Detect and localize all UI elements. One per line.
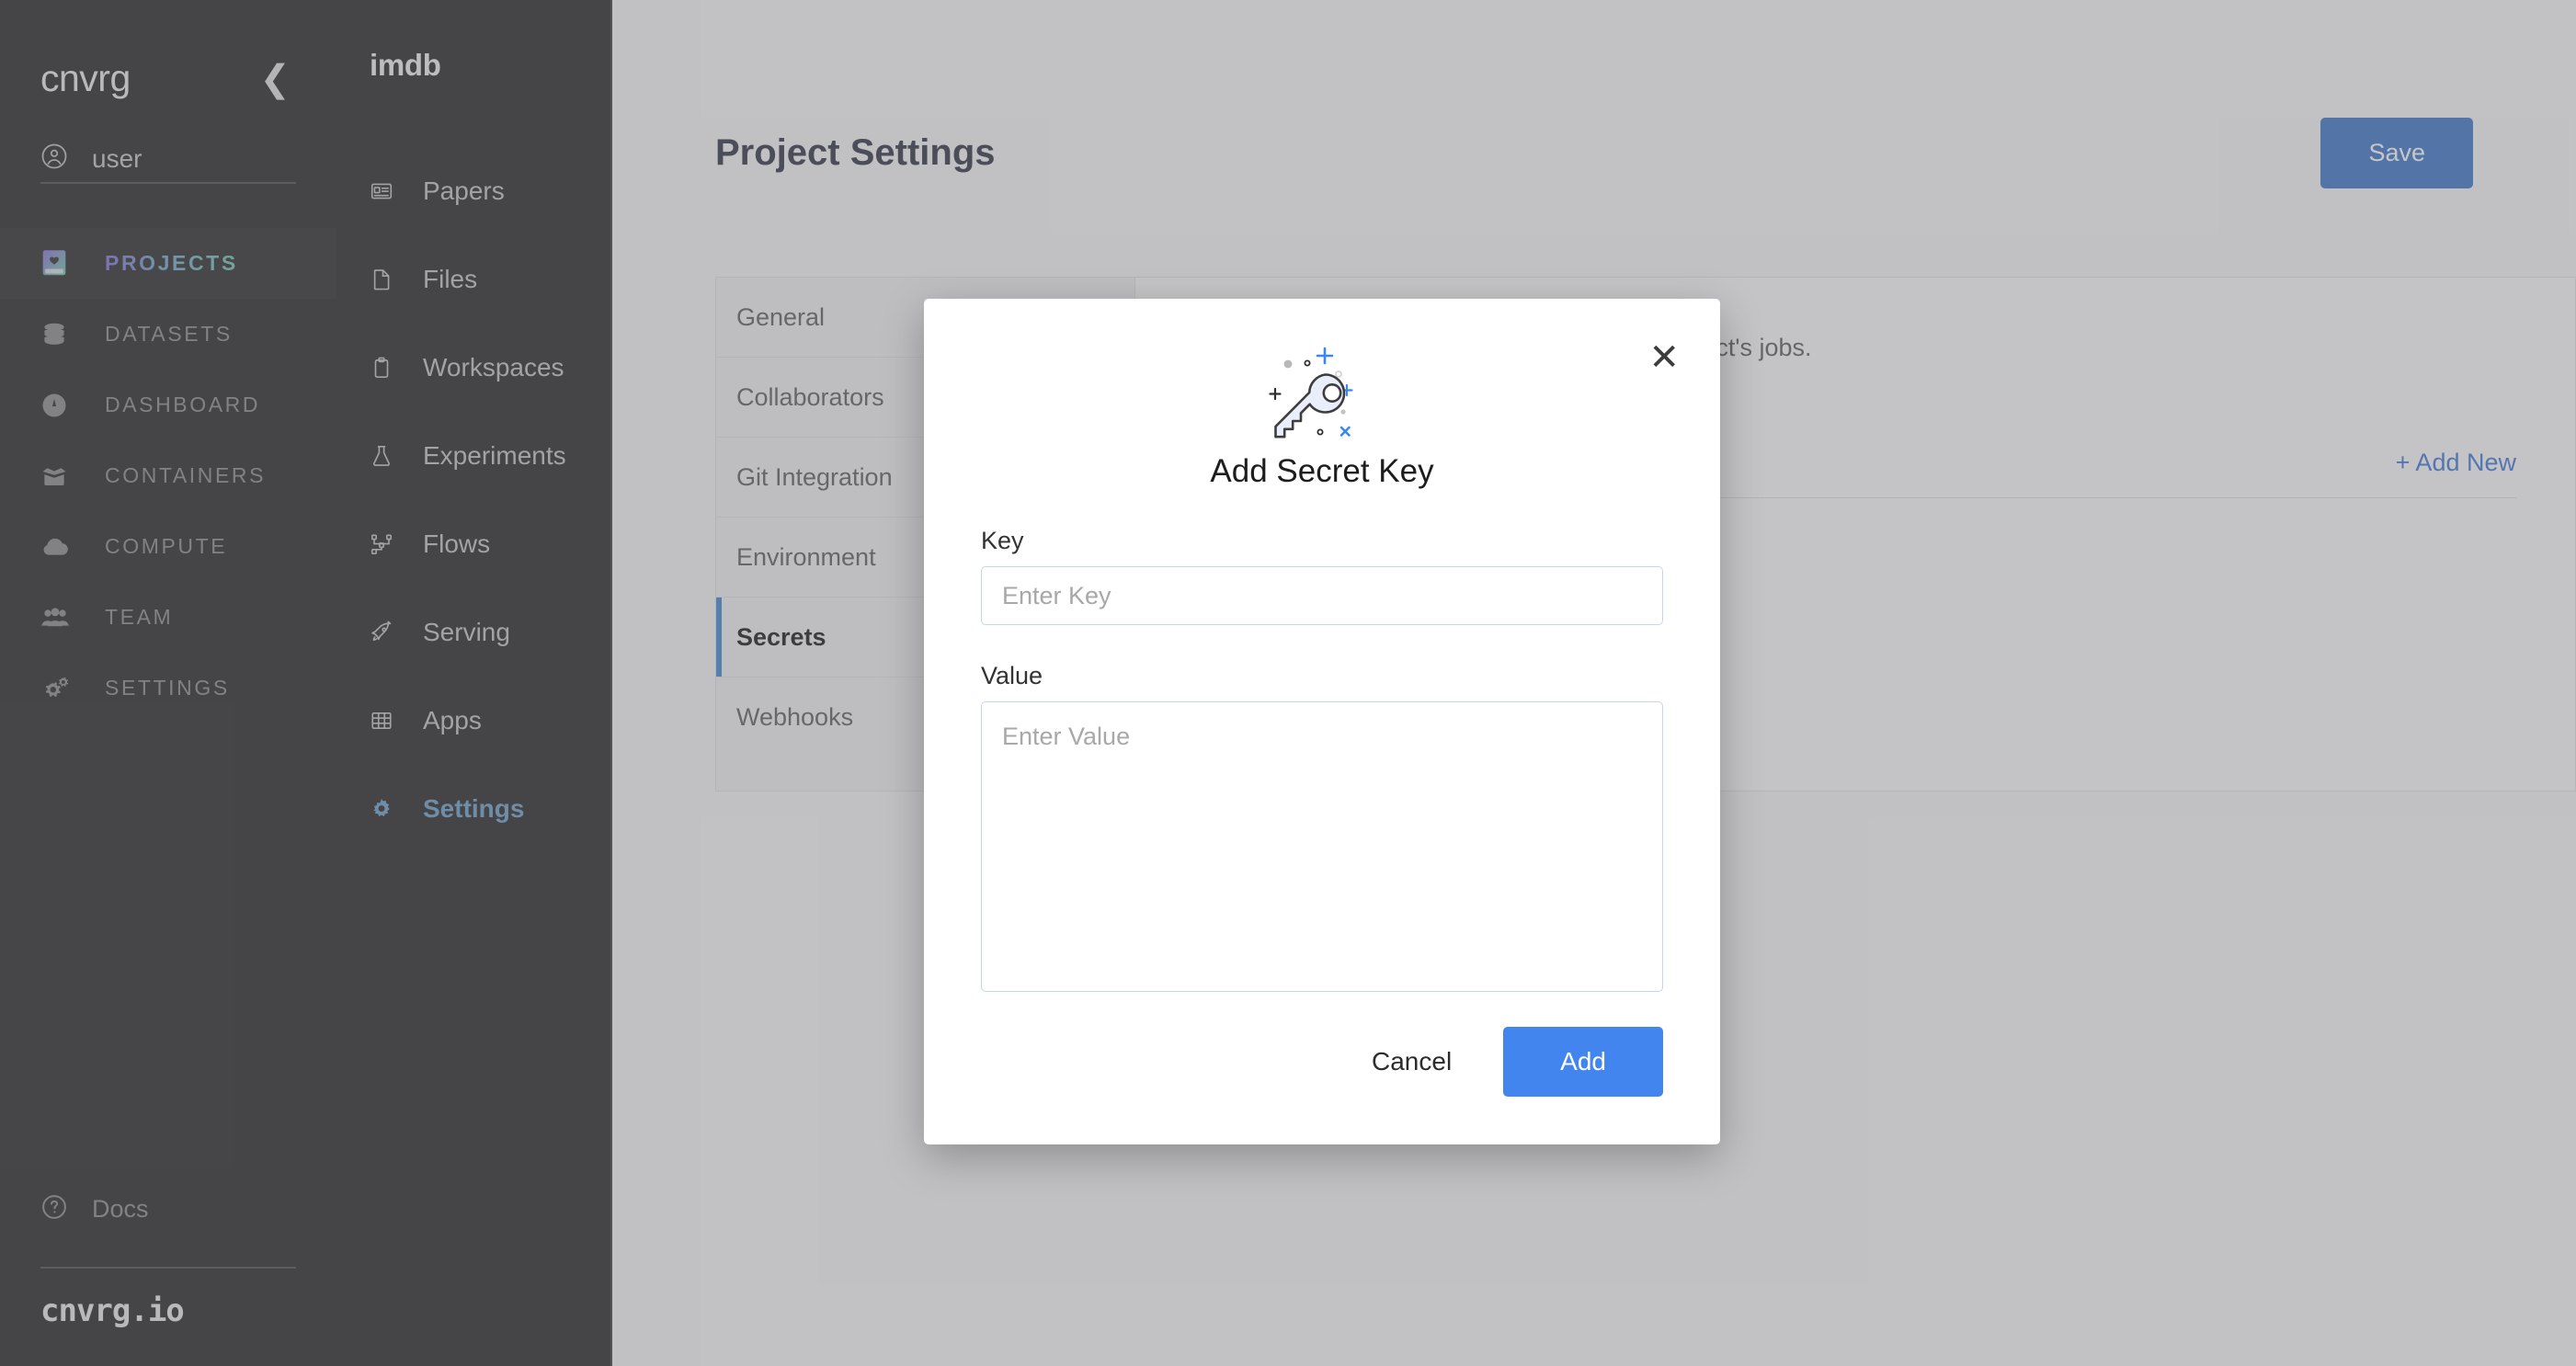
dialog-header: Add Secret Key [981, 299, 1663, 490]
key-input[interactable] [981, 566, 1663, 625]
dialog-footer: Cancel Add [981, 1027, 1663, 1144]
key-field-group: Key [981, 527, 1663, 625]
value-textarea[interactable] [981, 701, 1663, 992]
value-field-label: Value [981, 662, 1043, 689]
add-secret-key-dialog: ✕ Add Secret Key Key Enter Key Value Ent… [924, 299, 1720, 1144]
close-icon[interactable]: ✕ [1648, 339, 1680, 376]
cancel-button[interactable]: Cancel [1364, 1032, 1459, 1091]
value-field-group: Value [981, 662, 1663, 996]
key-sparkle-icon [981, 339, 1663, 442]
app-root: cnvrg ❮ user PROJECTS DATASETS DASHBOARD… [0, 0, 2576, 1366]
dialog-title: Add Secret Key [1210, 453, 1434, 489]
key-field-label: Key [981, 527, 1024, 554]
add-button[interactable]: Add [1503, 1027, 1663, 1097]
